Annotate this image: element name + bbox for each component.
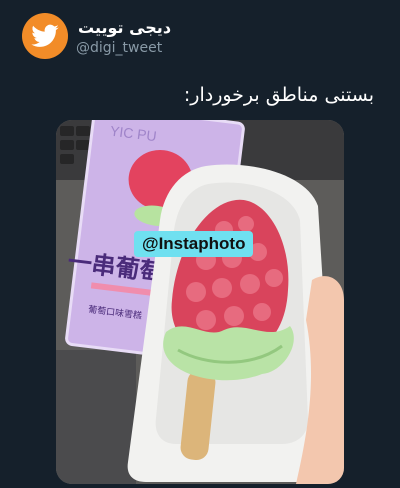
instaphoto-watermark: @Instaphoto	[134, 231, 254, 257]
user-handle[interactable]: @digi_tweet	[76, 40, 162, 56]
ice-cream-photo: YIC PU 一串葡萄 葡萄口味雪糕	[56, 120, 344, 484]
display-name[interactable]: دیجی توییت	[78, 18, 171, 37]
tweet-media-image[interactable]: YIC PU 一串葡萄 葡萄口味雪糕 @Instaphoto	[56, 120, 344, 484]
avatar[interactable]	[22, 13, 68, 59]
tweet-text: بستنی مناطق برخوردار:	[183, 84, 374, 106]
tweet-header: دیجی توییت @digi_tweet	[0, 12, 400, 64]
twitter-bird-icon	[31, 24, 59, 47]
